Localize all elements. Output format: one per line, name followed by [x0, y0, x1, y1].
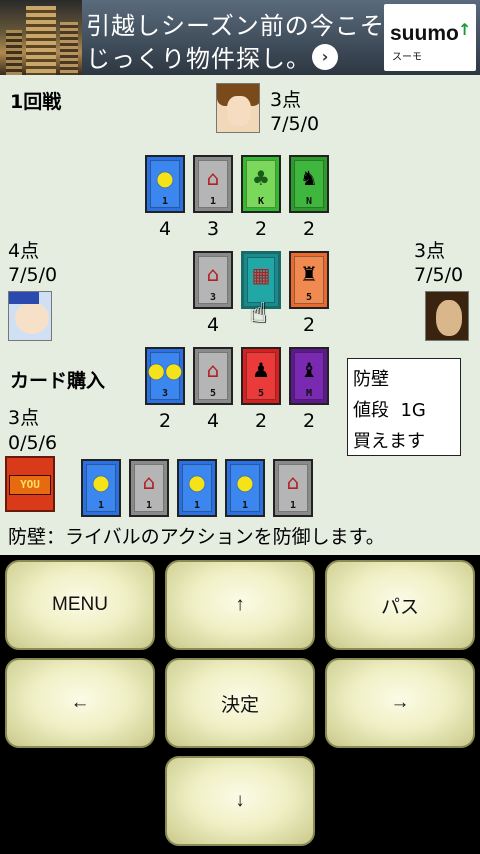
- card[interactable]: ⌂ 1: [273, 459, 313, 517]
- ad-headline: 引越しシーズン前の今こそ: [86, 12, 385, 40]
- up-button[interactable]: ↑: [165, 560, 315, 650]
- card-info-box: 防壁 値段 1G 買えます: [347, 358, 461, 456]
- card-count: 2: [302, 410, 316, 432]
- opponent-right-score: 3点: [414, 240, 446, 262]
- opponent-left-avatar: [8, 291, 52, 341]
- tree-icon: ♣: [252, 166, 270, 190]
- card[interactable]: ♟ 5: [241, 347, 281, 405]
- warrior-icon: ♟: [252, 358, 270, 382]
- card-number: 1: [289, 500, 297, 511]
- card-count: 4: [206, 410, 220, 432]
- card[interactable]: ♝ M: [289, 347, 329, 405]
- card-number: 5: [209, 388, 217, 399]
- card[interactable]: ⌂ 1: [129, 459, 169, 517]
- card-count: 4: [206, 314, 220, 336]
- player-stats: 0/5/6: [8, 432, 58, 454]
- card-number: K: [257, 196, 265, 207]
- card-number: 3: [161, 388, 169, 399]
- opponent-top-score: 3点: [270, 89, 302, 111]
- card-count: 4: [158, 218, 172, 240]
- control-pad: MENU ↑ パス ← 決定 → ↓: [0, 555, 480, 854]
- opponent-top-avatar: [216, 83, 260, 133]
- coin-icon: ●: [236, 470, 254, 494]
- card[interactable]: ● 1: [177, 459, 217, 517]
- ad-logo-text: suumo: [390, 22, 459, 45]
- opponent-top-stats: 7/5/0: [270, 113, 320, 135]
- card-count: 2: [158, 410, 172, 432]
- card-number: 1: [145, 500, 153, 511]
- coin-icon: ●: [188, 470, 206, 494]
- phase-label: カード購入: [10, 370, 106, 392]
- card[interactable]: ●● 3: [145, 347, 185, 405]
- card-info-status: 買えます: [353, 431, 425, 452]
- card-count: 3: [206, 218, 220, 240]
- ad-logo-subtext: スーモ: [392, 52, 422, 63]
- card-number: 1: [193, 500, 201, 511]
- opponent-right-avatar: [425, 291, 469, 341]
- right-button[interactable]: →: [325, 658, 475, 748]
- card-number: 1: [161, 196, 169, 207]
- soldier-icon: ♞: [300, 166, 318, 190]
- opponent-left-score: 4点: [8, 240, 40, 262]
- card-number: 1: [209, 196, 217, 207]
- ad-arrow-icon[interactable]: ›: [312, 44, 338, 70]
- card-count: 2: [254, 410, 268, 432]
- card-number: 5: [305, 292, 313, 303]
- demon-icon: ♝: [300, 358, 318, 382]
- coin-icon: ●: [92, 470, 110, 494]
- card-number: 5: [257, 388, 265, 399]
- knight-icon: ♜: [300, 262, 318, 286]
- player-score: 3点: [8, 407, 40, 429]
- coins-icon: ●●: [147, 358, 183, 382]
- card[interactable]: ● 1: [225, 459, 265, 517]
- card[interactable]: ⌂ 1: [193, 155, 233, 213]
- card-info-price-label: 値段: [353, 400, 389, 421]
- card[interactable]: ● 1: [81, 459, 121, 517]
- roof-icon: ⌂: [206, 166, 220, 190]
- card[interactable]: ⌂ 3: [193, 251, 233, 309]
- coin-icon: ●: [156, 166, 174, 190]
- ad-logo[interactable]: suumo ↑ スーモ: [384, 4, 476, 71]
- ad-banner[interactable]: 引越しシーズン前の今こそ じっくり物件探し。 › suumo ↑ スーモ: [0, 0, 480, 75]
- down-button[interactable]: ↓: [165, 756, 315, 846]
- hand-cursor-icon: ☝: [250, 296, 268, 329]
- card-count: 2: [302, 218, 316, 240]
- menu-button[interactable]: MENU: [5, 560, 155, 650]
- roof-icon: ⌂: [206, 358, 220, 382]
- ad-building-image: [0, 0, 82, 75]
- pass-button[interactable]: パス: [325, 560, 475, 650]
- card[interactable]: ⌂ 5: [193, 347, 233, 405]
- card-count: 2: [254, 218, 268, 240]
- card-number: 1: [97, 500, 105, 511]
- card-count: 2: [302, 314, 316, 336]
- card-info-price-value: 1G: [400, 400, 426, 421]
- game-board: 1回戦 3点 7/5/0 ● 1 4 ⌂ 1 3 ♣ K 2 ♞ N 2 4点 7/5/0 3点 7/…: [0, 75, 480, 555]
- card-number: M: [305, 388, 313, 399]
- card[interactable]: ♣ K: [241, 155, 281, 213]
- round-label: 1回戦: [10, 91, 62, 113]
- card[interactable]: ● 1: [145, 155, 185, 213]
- roof-icon: ⌂: [206, 262, 220, 286]
- wall-icon: ▦: [251, 263, 271, 287]
- card[interactable]: ♜ 5: [289, 251, 329, 309]
- player-badge-label: YOU: [9, 475, 51, 495]
- card-description: 防壁：ライバルのアクションを防御します。: [8, 526, 385, 548]
- card[interactable]: ♞ N: [289, 155, 329, 213]
- opponent-left-stats: 7/5/0: [8, 264, 58, 286]
- card-info-price: 値段 1G: [353, 396, 426, 422]
- card-number: 1: [241, 500, 249, 511]
- roof-icon: ⌂: [142, 470, 156, 494]
- card-info-name: 防壁: [353, 369, 389, 390]
- roof-icon: ⌂: [286, 470, 300, 494]
- sprout-icon: ↑: [458, 20, 472, 39]
- ok-button[interactable]: 決定: [165, 658, 315, 748]
- card-number: 3: [209, 292, 217, 303]
- ad-subline: じっくり物件探し。: [86, 45, 311, 73]
- player-badge: YOU: [5, 456, 55, 512]
- opponent-right-stats: 7/5/0: [414, 264, 464, 286]
- left-button[interactable]: ←: [5, 658, 155, 748]
- card-number: N: [305, 196, 313, 207]
